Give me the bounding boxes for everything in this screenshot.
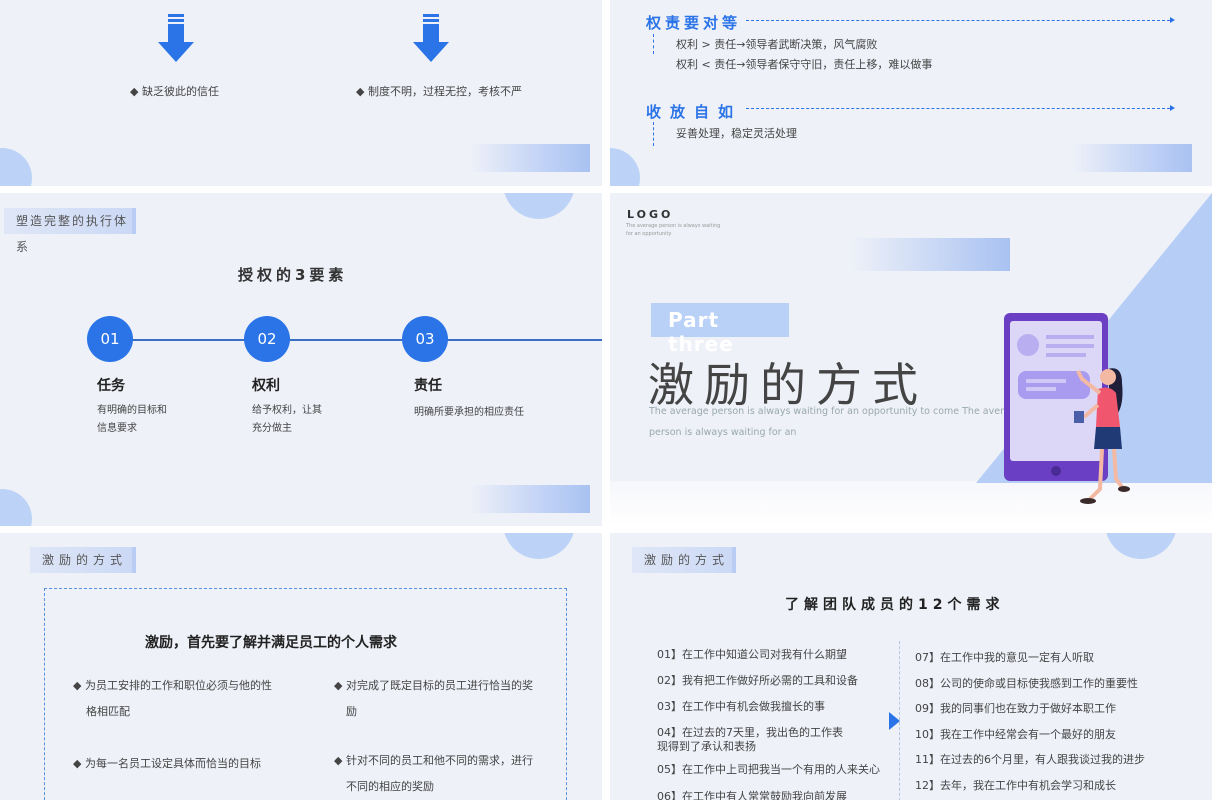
subtitle-1: The average person is always waiting for… [649, 406, 1022, 417]
line-3: 妥善处理，稳定灵活处理 [676, 127, 797, 140]
line-1: 权利 > 责任→领导者武断决策，风气腐败 [676, 38, 878, 51]
corner-circle-decoration [0, 148, 32, 186]
section-tag: 激励的方式 [632, 547, 736, 573]
item-left: ◆ 缺乏彼此的信任 [130, 85, 219, 98]
need-item: 11】在过去的6个月里，有人跟我谈过我的进步 [915, 753, 1145, 766]
timeline-line [108, 339, 602, 341]
step-1-title: 任务 [97, 378, 125, 394]
item-right: ◆ 制度不明，过程无控，考核不严 [356, 85, 522, 98]
slide-thumbnail-4[interactable]: LOGO The average person is always waitin… [610, 193, 1212, 526]
down-arrow-icon-left [158, 14, 194, 64]
need-item: 01】在工作中知道公司对我有什么期望 [657, 648, 847, 661]
dashed-line [746, 20, 1170, 21]
corner-circle-decoration [0, 489, 32, 526]
slide-title: 了解团队成员的12个需求 [785, 597, 1005, 613]
vertical-dashed-line-2 [653, 122, 654, 146]
top-circle-decoration [1105, 533, 1177, 559]
corner-circle-decoration [610, 148, 640, 186]
section-tag: 激励的方式 [30, 547, 136, 573]
step-1-desc-1: 有明确的目标和 [97, 405, 167, 416]
slide-thumbnail-3[interactable]: 塑造完整的执行体系 授权的3要素 01 02 03 任务 有明确的目标和 信息要… [0, 193, 602, 526]
vertical-dashed-line [653, 34, 654, 54]
slide-title: 激励，首先要了解并满足员工的个人需求 [145, 635, 397, 651]
bullet-3-line-1: ◆ 为每一名员工设定具体而恰当的目标 [73, 757, 261, 770]
need-item: 03】在工作中有机会做我擅长的事 [657, 700, 825, 713]
slide-thumbnail-6[interactable]: 激励的方式 了解团队成员的12个需求 01】在工作中知道公司对我有什么期望 02… [610, 533, 1212, 800]
woman-illustration [1068, 361, 1138, 521]
need-item: 07】在工作中我的意见一定有人听取 [915, 651, 1094, 664]
need-item: 06】在工作中有人常常鼓励我向前发展 [657, 790, 847, 800]
gradient-bar-decoration [850, 238, 1010, 271]
heading-rights-equal: 权责要对等 [646, 14, 742, 32]
need-item: 09】我的同事们也在致力于做好本职工作 [915, 702, 1116, 715]
step-3-desc-1: 明确所要承担的相应责任 [414, 407, 524, 418]
play-triangle-icon [889, 712, 900, 730]
dashed-line-2 [746, 108, 1170, 109]
step-2-desc-1: 给予权利，让其 [252, 405, 322, 416]
gradient-bar-decoration [470, 485, 590, 513]
need-item: 10】我在工作中经常会有一个最好的朋友 [915, 728, 1116, 741]
gradient-bar-decoration [1072, 144, 1192, 172]
logo-sub-1: The average person is always waiting [626, 223, 721, 229]
subtitle-2: person is always waiting for an [649, 427, 797, 438]
slide-thumbnail-1[interactable]: ◆ 缺乏彼此的信任 ◆ 制度不明，过程无控，考核不严 [0, 0, 602, 186]
arrow-right-icon [1170, 17, 1175, 23]
need-item: 12】去年，我在工作中有机会学习和成长 [915, 779, 1116, 792]
step-2-circle: 02 [244, 316, 290, 362]
logo: LOGO [627, 208, 674, 221]
slide-title: 授权的3要素 [238, 266, 348, 284]
down-arrow-icon-right [413, 14, 449, 64]
line-2: 权利 < 责任→领导者保守守旧，责任上移，难以做事 [676, 58, 933, 71]
step-3-circle: 03 [402, 316, 448, 362]
logo-sub-2: for an opportunity [626, 231, 672, 237]
need-item: 02】我有把工作做好所必需的工具和设备 [657, 674, 858, 687]
bullet-4-line-2: 不同的相应的奖励 [346, 780, 434, 793]
need-item: 05】在工作中上司把我当一个有用的人来关心 [657, 763, 880, 776]
step-2-desc-2: 充分做主 [252, 423, 292, 434]
slide-thumbnail-5[interactable]: 激励的方式 激励，首先要了解并满足员工的个人需求 ◆ 为员工安排的工作和职位必须… [0, 533, 602, 800]
bullet-2-line-2: 励 [346, 705, 357, 718]
bullet-4-line-1: ◆ 针对不同的员工和他不同的需求，进行 [334, 754, 533, 767]
top-circle-decoration [503, 533, 575, 559]
heading-flexible: 收放自如 [646, 103, 743, 121]
step-1-circle: 01 [87, 316, 133, 362]
bullet-1-line-1: ◆ 为员工安排的工作和职位必须与他的性 [73, 679, 272, 692]
top-circle-decoration [503, 193, 575, 219]
section-tag: 塑造完整的执行体系 [4, 208, 136, 254]
bullet-2-line-1: ◆ 对完成了既定目标的员工进行恰当的奖 [334, 679, 533, 692]
need-item: 08】公司的使命或目标使我感到工作的重要性 [915, 677, 1138, 690]
step-1-desc-2: 信息要求 [97, 423, 137, 434]
gradient-bar-decoration [470, 144, 590, 172]
slide-thumbnail-2[interactable]: 权责要对等 权利 > 责任→领导者武断决策，风气腐败 权利 < 责任→领导者保守… [610, 0, 1212, 186]
need-item-continued: 现得到了承认和表扬 [657, 740, 756, 753]
step-3-title: 责任 [414, 378, 442, 394]
step-2-title: 权利 [252, 378, 280, 394]
arrow-right-icon-2 [1170, 105, 1175, 111]
bullet-1-line-2: 格相匹配 [86, 705, 130, 718]
part-label: Part three [651, 303, 789, 356]
